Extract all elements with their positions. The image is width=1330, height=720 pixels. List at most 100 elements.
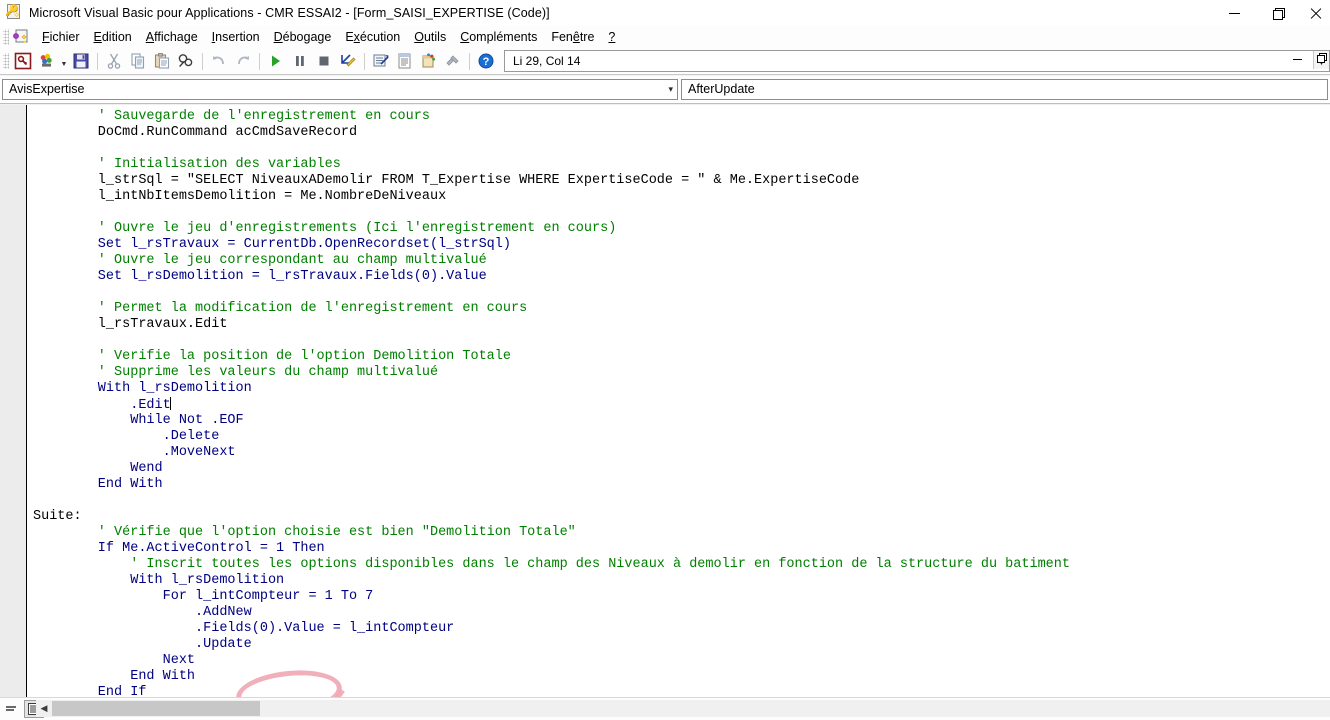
code-line[interactable]: For l_intCompteur = 1 To 7 (27, 589, 1330, 605)
code-line[interactable]: l_intNbItemsDemolition = Me.NombreDeNive… (27, 189, 1330, 205)
code-line[interactable]: l_rsTravaux.Edit (27, 317, 1330, 333)
code-line[interactable]: End If (27, 685, 1330, 697)
horizontal-scrollbar[interactable]: ◀ (36, 700, 1330, 717)
menu-item-outils[interactable]: Outils (407, 29, 453, 46)
code-line[interactable]: With l_rsDemolition (27, 573, 1330, 589)
code-line[interactable] (27, 141, 1330, 157)
code-line[interactable]: .Fields(0).Value = l_intCompteur (27, 621, 1330, 637)
code-line[interactable]: End With (27, 477, 1330, 493)
code-line[interactable] (27, 333, 1330, 349)
insert-dropdown-caret-icon[interactable]: ▼ (59, 50, 69, 72)
code-pane: ' Sauvegarde de l'enregistrement en cour… (0, 105, 1330, 697)
window-title: Microsoft Visual Basic pour Applications… (29, 6, 550, 20)
title-bar: 🔑 ✧ Microsoft Visual Basic pour Applicat… (0, 0, 1330, 26)
svg-text:?: ? (483, 56, 490, 68)
restore-icon[interactable] (1256, 0, 1300, 26)
paste-icon[interactable] (150, 50, 174, 72)
pause-icon[interactable] (288, 50, 312, 72)
code-line[interactable]: Wend (27, 461, 1330, 477)
menu-item-edition[interactable]: Edition (87, 29, 139, 46)
object-combo[interactable]: AvisExpertise ▾ (2, 78, 678, 100)
insert-object-icon[interactable] (35, 50, 59, 72)
menu-item-complements[interactable]: Compléments (453, 29, 544, 46)
object-combo-value: AvisExpertise (9, 82, 85, 96)
toolbox-icon[interactable] (441, 50, 465, 72)
horizontal-scrollbar-thumb[interactable] (52, 701, 260, 716)
menu-item-fichier[interactable]: Fichier (35, 29, 87, 46)
code-line[interactable]: ' Ouvre le jeu d'enregistrements (Ici l'… (27, 221, 1330, 237)
horizontal-scrollbar-track[interactable] (260, 700, 1330, 717)
close-icon[interactable] (1300, 0, 1330, 26)
code-line[interactable]: .AddNew (27, 605, 1330, 621)
procedure-view-icon[interactable] (2, 700, 22, 718)
menu-item-affichage[interactable]: Affichage (139, 29, 205, 46)
procedure-combo[interactable]: AfterUpdate (681, 78, 1328, 100)
code-line[interactable]: ' Initialisation des variables (27, 157, 1330, 173)
vba-ide-window: 🔑 ✧ Microsoft Visual Basic pour Applicat… (0, 0, 1330, 720)
menu-item-aide[interactable]: ? (601, 29, 622, 46)
code-line[interactable]: .MoveNext (27, 445, 1330, 461)
code-line[interactable]: Set l_rsDemolition = l_rsTravaux.Fields(… (27, 269, 1330, 285)
code-line[interactable]: DoCmd.RunCommand acCmdSaveRecord (27, 125, 1330, 141)
vba-project-icon[interactable] (11, 28, 31, 46)
code-pane-header: AvisExpertise ▾ AfterUpdate (0, 76, 1330, 102)
code-line[interactable]: End With (27, 669, 1330, 685)
run-icon[interactable] (264, 50, 288, 72)
code-line[interactable]: .Update (27, 637, 1330, 653)
code-line[interactable]: ' Sauvegarde de l'enregistrement en cour… (27, 109, 1330, 125)
code-line[interactable]: Set l_rsTravaux = CurrentDb.OpenRecordse… (27, 237, 1330, 253)
toolbar-separator (259, 52, 260, 70)
code-line[interactable] (27, 493, 1330, 509)
redo-icon[interactable] (231, 50, 255, 72)
code-line[interactable]: With l_rsDemolition (27, 381, 1330, 397)
mdi-minimize-icon[interactable] (1290, 50, 1304, 64)
code-line[interactable]: ' Ouvre le jeu correspondant au champ mu… (27, 253, 1330, 269)
code-line[interactable]: If Me.ActiveControl = 1 Then (27, 541, 1330, 557)
code-line[interactable]: ' Permet la modification de l'enregistre… (27, 301, 1330, 317)
design-mode-icon[interactable] (336, 50, 360, 72)
chevron-left-icon[interactable]: ◀ (36, 700, 52, 717)
menu-grip[interactable] (3, 29, 9, 45)
mdi-restore-icon[interactable] (1314, 50, 1328, 64)
copy-icon[interactable] (126, 50, 150, 72)
help-icon[interactable]: ? (474, 50, 498, 72)
project-explorer-icon[interactable] (369, 50, 393, 72)
object-browser-icon[interactable] (417, 50, 441, 72)
menu-bar: Fichier Edition Affichage Insertion Débo… (0, 26, 1330, 48)
cut-icon[interactable] (102, 50, 126, 72)
toolbar-separator (97, 52, 98, 70)
margin-indicator-bar[interactable] (0, 105, 27, 697)
chevron-down-icon[interactable]: ▾ (668, 80, 673, 99)
code-line[interactable]: While Not .EOF (27, 413, 1330, 429)
code-line[interactable]: ' Verifie la position de l'option Demoli… (27, 349, 1330, 365)
toolbar-separator (202, 52, 203, 70)
toolbar-separator (469, 52, 470, 70)
menu-item-execution[interactable]: Exécution (338, 29, 407, 46)
code-editor[interactable]: ' Sauvegarde de l'enregistrement en cour… (27, 105, 1330, 697)
code-line[interactable]: Next (27, 653, 1330, 669)
properties-window-icon[interactable] (393, 50, 417, 72)
toolbar-grip[interactable] (3, 53, 9, 69)
code-line[interactable]: ' Vérifie que l'option choisie est bien … (27, 525, 1330, 541)
menu-item-fenetre[interactable]: Fenêtre (544, 29, 601, 46)
code-line[interactable] (27, 285, 1330, 301)
undo-icon[interactable] (207, 50, 231, 72)
find-icon[interactable] (174, 50, 198, 72)
code-line[interactable]: .Edit (27, 397, 1330, 413)
code-line[interactable]: .Delete (27, 429, 1330, 445)
mdi-window-controls (1290, 50, 1328, 64)
menu-item-insertion[interactable]: Insertion (205, 29, 267, 46)
menu-item-debogage[interactable]: Débogage (267, 29, 339, 46)
save-icon[interactable] (69, 50, 93, 72)
code-line[interactable] (27, 205, 1330, 221)
code-line[interactable]: Suite: (27, 509, 1330, 525)
text-cursor (169, 397, 171, 410)
code-line[interactable]: ' Inscrit toutes les options disponibles… (27, 557, 1330, 573)
stop-icon[interactable] (312, 50, 336, 72)
code-pane-footer: ◀ (0, 697, 1330, 720)
position-indicator: Li 29, Col 14 (513, 54, 581, 68)
code-line[interactable]: l_strSql = "SELECT NiveauxADemolir FROM … (27, 173, 1330, 189)
view-microsoft-access-icon[interactable] (11, 50, 35, 72)
code-line[interactable]: ' Supprime les valeurs du champ multival… (27, 365, 1330, 381)
minimize-icon[interactable] (1212, 0, 1256, 26)
